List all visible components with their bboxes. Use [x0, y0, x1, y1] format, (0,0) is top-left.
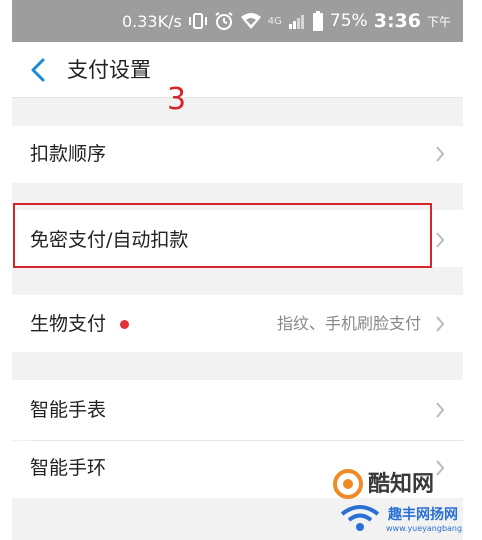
clock-ampm: 下午	[426, 14, 451, 29]
chevron-right-icon	[436, 316, 445, 332]
status-bar: 0.33K/s 4G 75% 3:36 下午	[12, 0, 463, 42]
chevron-right-icon	[436, 232, 445, 248]
battery-icon	[312, 11, 324, 31]
page-title: 支付设置	[67, 58, 151, 82]
row-label: 智能手表	[30, 399, 107, 421]
row-value: 指纹、手机刷脸支付	[276, 314, 421, 333]
annotation-number: 3	[167, 82, 187, 117]
row-label: 生物支付	[30, 313, 107, 335]
settings-row-deduction-order[interactable]: 扣款顺序	[12, 126, 463, 183]
back-button[interactable]	[26, 56, 50, 84]
settings-row-smart-watch[interactable]: 智能手表	[12, 380, 463, 440]
wifi-logo-icon	[340, 505, 380, 531]
nav-bar: 支付设置	[12, 42, 463, 98]
settings-row-biometric-payment[interactable]: 生物支付 指纹、手机刷脸支付	[12, 295, 463, 352]
signal-icon	[288, 13, 306, 29]
highlight-box	[13, 203, 432, 268]
notification-dot	[120, 320, 129, 329]
alarm-icon	[214, 11, 234, 31]
watermark-tagline: 趣丰网扬网	[388, 507, 458, 523]
chevron-right-icon	[436, 402, 445, 418]
row-label: 扣款顺序	[30, 143, 107, 165]
chevron-left-icon	[31, 58, 45, 82]
network-speed: 0.33K/s	[121, 11, 182, 31]
phone-screen: 0.33K/s 4G 75% 3:36 下午 支付设置 3 扣款顺序 免密支付/…	[12, 0, 463, 540]
settings-row-smart-band[interactable]: 智能手环	[12, 441, 463, 498]
network-type: 4G	[267, 15, 282, 27]
wifi-icon	[240, 12, 262, 30]
battery-percent: 75%	[329, 11, 368, 31]
watermark-url: www.yueyangbang.com	[386, 524, 463, 533]
row-label: 智能手环	[30, 457, 107, 479]
vibrate-icon	[188, 12, 208, 30]
clock-time: 3:36	[373, 10, 421, 32]
chevron-right-icon	[436, 460, 445, 476]
chevron-right-icon	[436, 146, 445, 162]
